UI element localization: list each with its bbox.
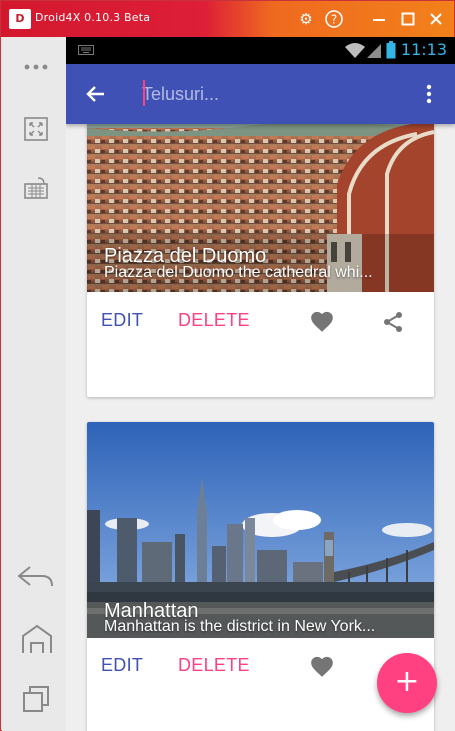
favorite-icon[interactable]	[309, 309, 335, 335]
signal-icon	[367, 44, 381, 58]
arrow-back-icon[interactable]	[84, 82, 108, 106]
emulator-window: D Droid4X 0.10.3 Beta ⚙ ? 11:13 Telusuri…	[0, 0, 455, 731]
status-bar: 11:13	[66, 37, 455, 64]
edit-button[interactable]: EDIT	[101, 655, 143, 676]
home-icon[interactable]	[20, 623, 54, 655]
fullscreen-icon[interactable]	[22, 115, 50, 143]
more-vert-icon[interactable]	[417, 82, 441, 106]
maximize-icon[interactable]	[397, 8, 419, 30]
favorite-icon[interactable]	[309, 654, 335, 680]
recent-apps-icon[interactable]	[21, 684, 51, 714]
card-description: Manhattan is the district in New York...	[104, 618, 376, 635]
text-cursor	[143, 80, 145, 106]
keyboard-mapping-icon[interactable]	[22, 175, 50, 203]
help-icon[interactable]: ?	[323, 8, 345, 30]
close-icon[interactable]	[425, 8, 447, 30]
delete-button[interactable]: DELETE	[178, 655, 250, 676]
app-bar	[66, 64, 455, 124]
minimize-icon[interactable]	[368, 8, 390, 30]
list-item: Piazza del Duomo Piazza del Duomo the ca…	[87, 114, 434, 397]
window-titlebar[interactable]: D Droid4X 0.10.3 Beta ⚙ ?	[1, 1, 454, 37]
android-screen: 11:13 Telusuri... Piazza del Duomo Piazz…	[66, 37, 455, 731]
svg-text:?: ?	[331, 13, 337, 27]
status-time: 11:13	[400, 40, 447, 59]
card-image[interactable]: Piazza del Duomo Piazza del Duomo the ca…	[87, 114, 434, 292]
keyboard-icon	[78, 45, 94, 55]
back-nav-icon[interactable]	[16, 562, 56, 590]
more-horiz-icon[interactable]	[22, 53, 50, 81]
delete-button[interactable]: DELETE	[178, 310, 250, 331]
card-list[interactable]: Piazza del Duomo Piazza del Duomo the ca…	[66, 114, 455, 731]
share-icon[interactable]	[381, 310, 405, 334]
search-input[interactable]	[142, 79, 402, 109]
gear-icon[interactable]: ⚙	[295, 8, 317, 30]
edit-button[interactable]: EDIT	[101, 310, 143, 331]
card-image[interactable]: Manhattan Manhattan is the district in N…	[87, 422, 434, 638]
app-logo: D	[9, 9, 31, 29]
wifi-icon	[345, 43, 365, 58]
battery-icon	[386, 41, 396, 59]
window-title: Droid4X 0.10.3 Beta	[35, 11, 151, 24]
card-description: Piazza del Duomo the cathedral whi...	[104, 264, 373, 281]
emulator-sidebar	[2, 37, 66, 731]
add-button[interactable]: +	[377, 653, 437, 713]
